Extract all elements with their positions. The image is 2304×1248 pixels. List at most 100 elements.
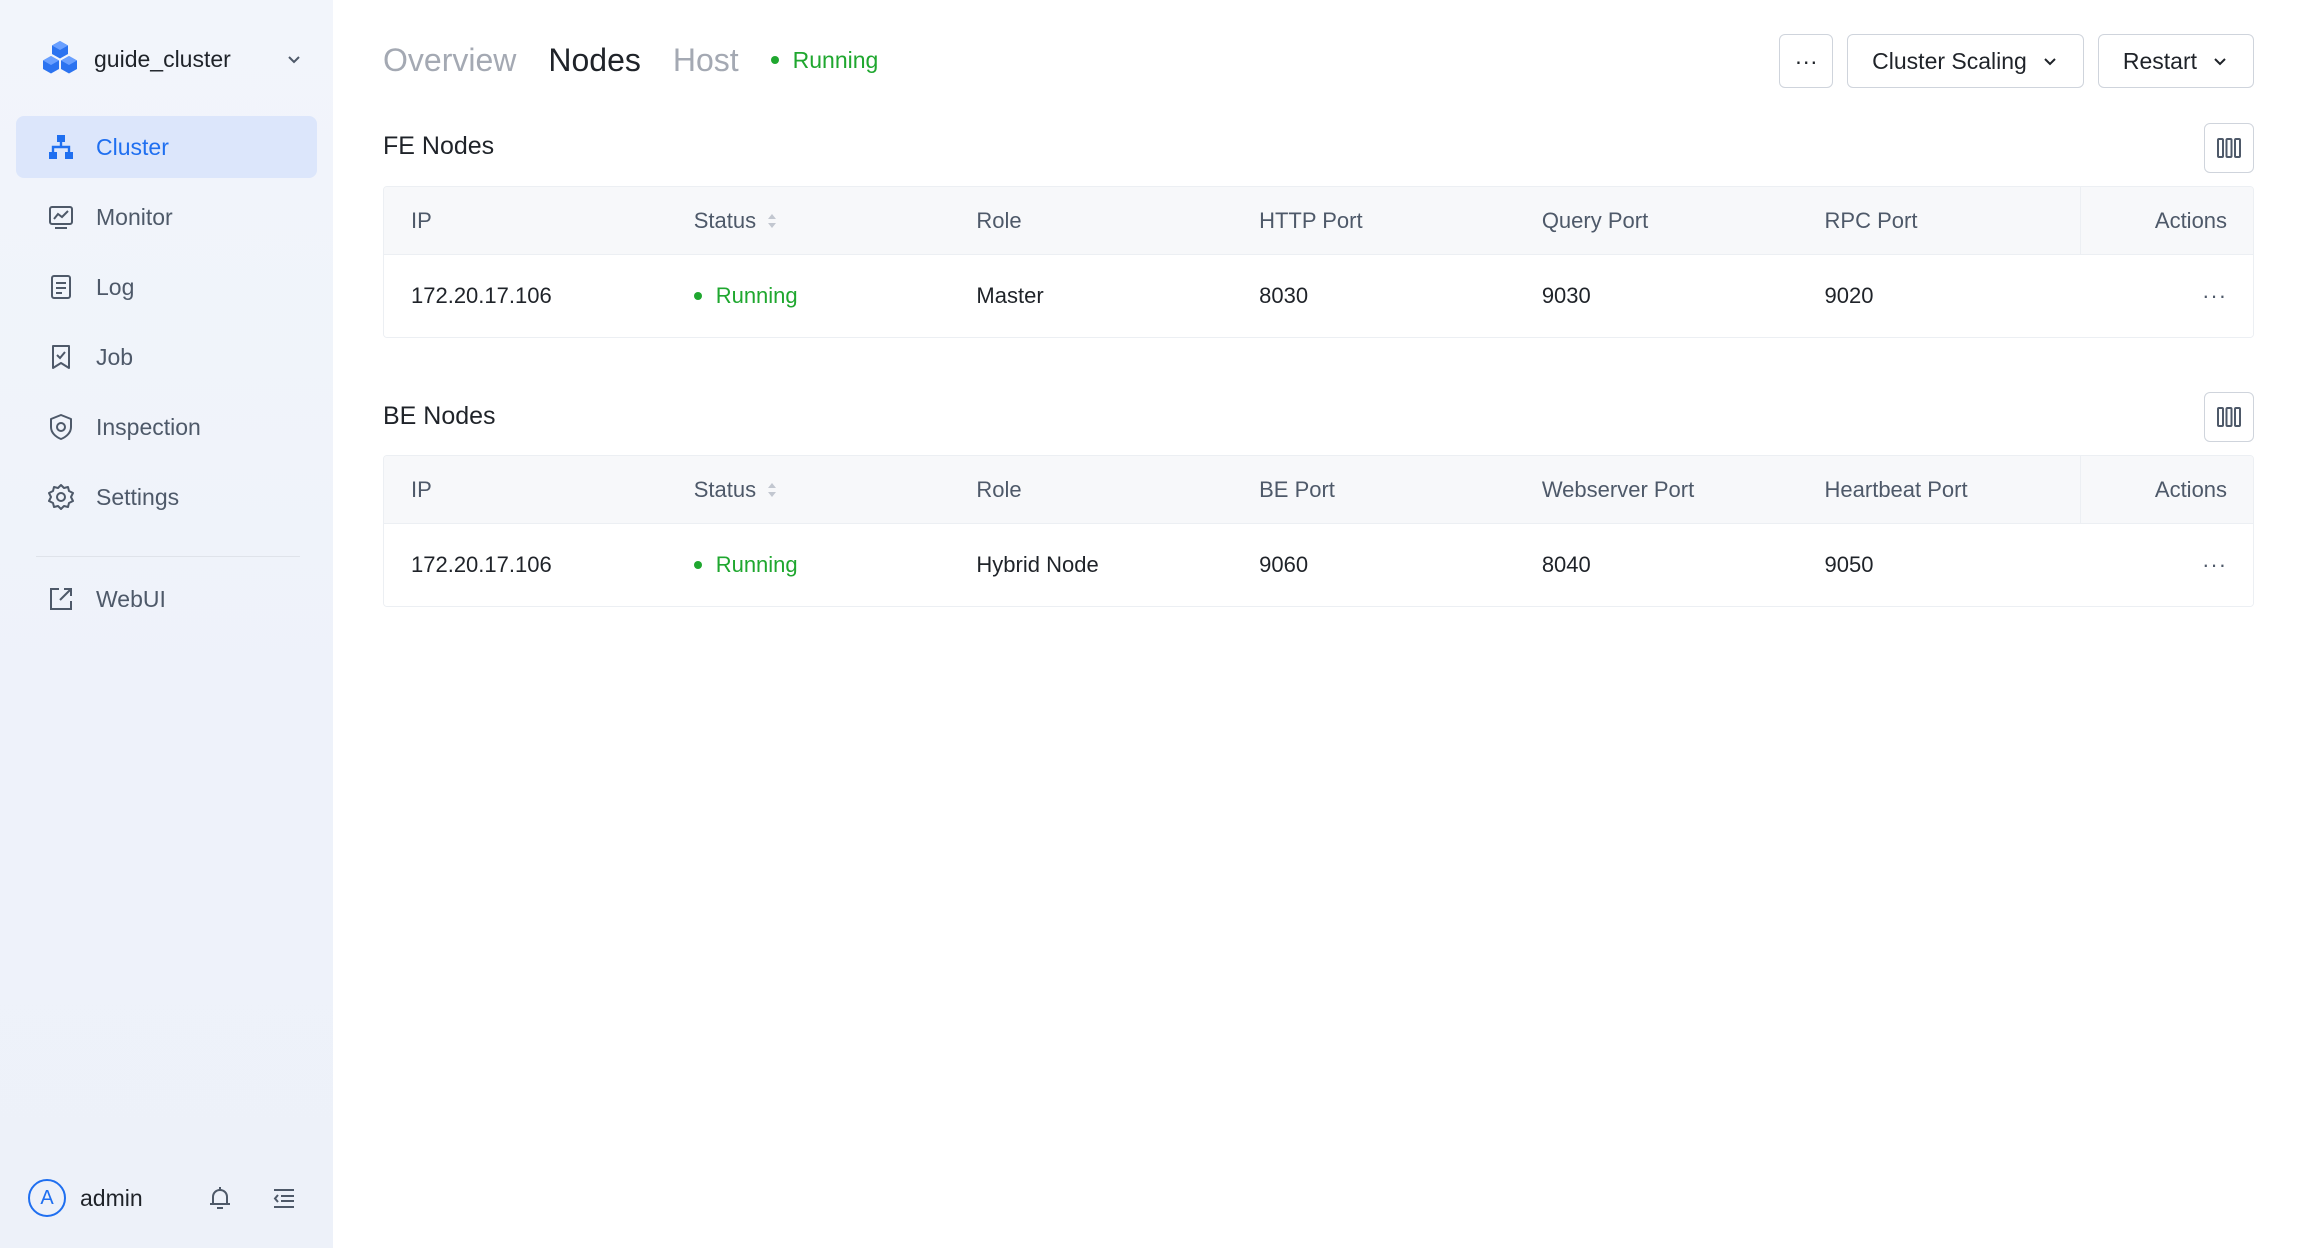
cluster-status-text: Running xyxy=(792,46,879,73)
column-header-rpc-port: RPC Port xyxy=(1824,207,1918,233)
sidebar-item-job[interactable]: Job xyxy=(16,326,317,388)
column-header-actions: Actions xyxy=(2080,456,2253,524)
status-dot xyxy=(770,56,779,64)
sidebar-item-webui[interactable]: WebUI xyxy=(16,568,317,630)
cluster-scaling-button[interactable]: Cluster Scaling xyxy=(1847,34,2084,88)
cluster-switcher[interactable]: guide_cluster xyxy=(40,36,310,82)
collapse-menu-icon[interactable] xyxy=(270,1184,298,1212)
cell-rpc-port: 9020 xyxy=(1824,283,1874,308)
column-header-label: Status xyxy=(693,207,757,233)
user-bar: A admin xyxy=(28,1176,308,1220)
page-tabs: Overview Nodes Host Running xyxy=(383,38,878,82)
column-header-role: Role xyxy=(976,207,1022,233)
cell-actions: ··· xyxy=(2080,283,2253,309)
cell-role: Master xyxy=(976,283,1044,308)
table-row: 172.20.17.106 Running Master 8030 9030 9… xyxy=(384,255,2253,337)
be-column-settings-button[interactable] xyxy=(2204,392,2254,442)
sidebar-item-label: Log xyxy=(96,273,135,300)
sidebar-item-label: WebUI xyxy=(96,585,166,612)
chevron-down-icon xyxy=(2214,58,2226,66)
chevron-down-icon xyxy=(288,56,300,64)
sidebar-item-label: Job xyxy=(96,343,134,370)
sort-icon[interactable] xyxy=(766,481,778,499)
cell-status: Running xyxy=(667,552,950,578)
log-icon xyxy=(46,272,76,302)
tab-overview[interactable]: Overview xyxy=(383,42,516,79)
column-header-actions: Actions xyxy=(2080,187,2253,255)
restart-button[interactable]: Restart xyxy=(2097,34,2254,88)
avatar[interactable]: A xyxy=(28,1179,66,1217)
column-header-label: Status xyxy=(693,476,757,502)
cell-ip: 172.20.17.106 xyxy=(411,552,552,577)
column-header-be-port: BE Port xyxy=(1259,476,1335,502)
row-more-button[interactable]: ··· xyxy=(2202,283,2227,309)
fe-nodes-table: IP Status Role HTTP Port Query Port RPC … xyxy=(383,186,2254,338)
column-header-status[interactable]: Status xyxy=(667,208,950,234)
status-dot xyxy=(693,561,702,569)
sidebar-divider xyxy=(36,556,300,557)
external-link-icon xyxy=(46,584,76,614)
restart-label: Restart xyxy=(2122,47,2197,74)
cluster-name: guide_cluster xyxy=(94,45,231,72)
sidebar-item-settings[interactable]: Settings xyxy=(16,466,317,528)
cell-be-port: 9060 xyxy=(1259,552,1309,577)
sidebar-item-log[interactable]: Log xyxy=(16,256,317,318)
cell-heartbeat-port: 9050 xyxy=(1824,552,1874,577)
columns-icon xyxy=(2217,138,2241,158)
more-icon: ··· xyxy=(1794,47,1818,74)
be-nodes-table: IP Status Role BE Port Webserver Port He… xyxy=(383,455,2254,607)
column-header-ip: IP xyxy=(411,207,432,233)
inspection-icon xyxy=(46,412,76,442)
chevron-down-icon xyxy=(2044,58,2056,66)
be-nodes-title: BE Nodes xyxy=(383,402,496,430)
sidebar-item-label: Inspection xyxy=(96,413,201,440)
monitor-icon xyxy=(46,202,76,232)
sidebar-webui: WebUI xyxy=(16,568,317,638)
sidebar-item-label: Settings xyxy=(96,483,180,510)
cluster-icon xyxy=(46,132,76,162)
cell-query-port: 9030 xyxy=(1541,283,1591,308)
sidebar-item-inspection[interactable]: Inspection xyxy=(16,396,317,458)
job-icon xyxy=(46,342,76,372)
sidebar-item-cluster[interactable]: Cluster xyxy=(16,116,317,178)
columns-icon xyxy=(2217,407,2241,427)
sidebar-nav: Cluster Monitor Log Job Inspection Setti… xyxy=(16,116,317,536)
row-more-button[interactable]: ··· xyxy=(2202,552,2227,578)
fe-column-settings-button[interactable] xyxy=(2204,123,2254,173)
cluster-scaling-label: Cluster Scaling xyxy=(1872,47,2027,74)
cell-ip: 172.20.17.106 xyxy=(411,283,552,308)
cell-role: Hybrid Node xyxy=(976,552,1099,577)
column-header-webserver-port: Webserver Port xyxy=(1541,476,1695,502)
user-name[interactable]: admin xyxy=(80,1185,143,1212)
sidebar-item-monitor[interactable]: Monitor xyxy=(16,186,317,248)
status-text: Running xyxy=(715,552,798,577)
cell-webserver-port: 8040 xyxy=(1541,552,1591,577)
column-header-http-port: HTTP Port xyxy=(1259,207,1363,233)
sidebar-item-label: Cluster xyxy=(96,133,169,160)
table-row: 172.20.17.106 Running Hybrid Node 9060 8… xyxy=(384,524,2253,606)
sort-icon[interactable] xyxy=(766,212,778,230)
tab-nodes[interactable]: Nodes xyxy=(548,42,641,79)
column-header-query-port: Query Port xyxy=(1541,207,1649,233)
more-actions-button[interactable]: ··· xyxy=(1779,34,1834,88)
column-header-heartbeat-port: Heartbeat Port xyxy=(1824,476,1968,502)
top-actions: ··· Cluster Scaling Restart xyxy=(1765,34,2254,88)
fe-nodes-title: FE Nodes xyxy=(383,132,495,160)
tab-host[interactable]: Host xyxy=(673,42,739,79)
table-header: IP Status Role HTTP Port Query Port RPC … xyxy=(384,187,2253,255)
main-content: Overview Nodes Host Running ··· Cluster … xyxy=(383,0,2254,1248)
cell-http-port: 8030 xyxy=(1259,283,1309,308)
cell-status: Running xyxy=(667,283,950,309)
cluster-logo-icon xyxy=(43,41,77,74)
status-text: Running xyxy=(715,283,798,308)
sidebar-item-label: Monitor xyxy=(96,203,173,230)
bell-icon[interactable] xyxy=(206,1184,234,1212)
cell-actions: ··· xyxy=(2080,552,2253,578)
gear-icon xyxy=(46,482,76,512)
column-header-ip: IP xyxy=(411,476,432,502)
column-header-role: Role xyxy=(976,476,1022,502)
column-header-status[interactable]: Status xyxy=(667,477,950,503)
table-header: IP Status Role BE Port Webserver Port He… xyxy=(384,456,2253,524)
status-dot xyxy=(693,292,702,300)
sidebar: guide_cluster Cluster Monitor Log Job In… xyxy=(0,0,333,1248)
